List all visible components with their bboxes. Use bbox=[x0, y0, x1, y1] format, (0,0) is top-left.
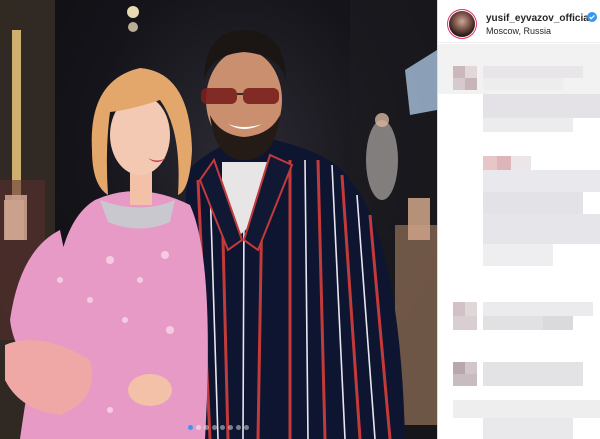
carousel-dot bbox=[236, 425, 241, 430]
verified-badge-icon bbox=[587, 12, 597, 22]
carousel-dot bbox=[212, 425, 217, 430]
carousel-indicator bbox=[0, 425, 437, 430]
carousel-dot bbox=[204, 425, 209, 430]
location-link[interactable]: Moscow, Russia bbox=[486, 26, 551, 36]
carousel-dot bbox=[188, 425, 193, 430]
carousel-dot bbox=[228, 425, 233, 430]
post-photo-illustration bbox=[0, 0, 437, 439]
carousel-dot bbox=[220, 425, 225, 430]
pixelated-comments-area bbox=[438, 44, 600, 439]
avatar[interactable] bbox=[449, 11, 475, 37]
carousel-dot bbox=[244, 425, 249, 430]
carousel-dot bbox=[196, 425, 201, 430]
username-link[interactable]: yusif_eyvazov_official bbox=[486, 13, 592, 24]
post-side-panel: yusif_eyvazov_official Moscow, Russia bbox=[437, 0, 600, 439]
post-header: yusif_eyvazov_official Moscow, Russia bbox=[438, 0, 600, 43]
post-photo[interactable] bbox=[0, 0, 437, 439]
